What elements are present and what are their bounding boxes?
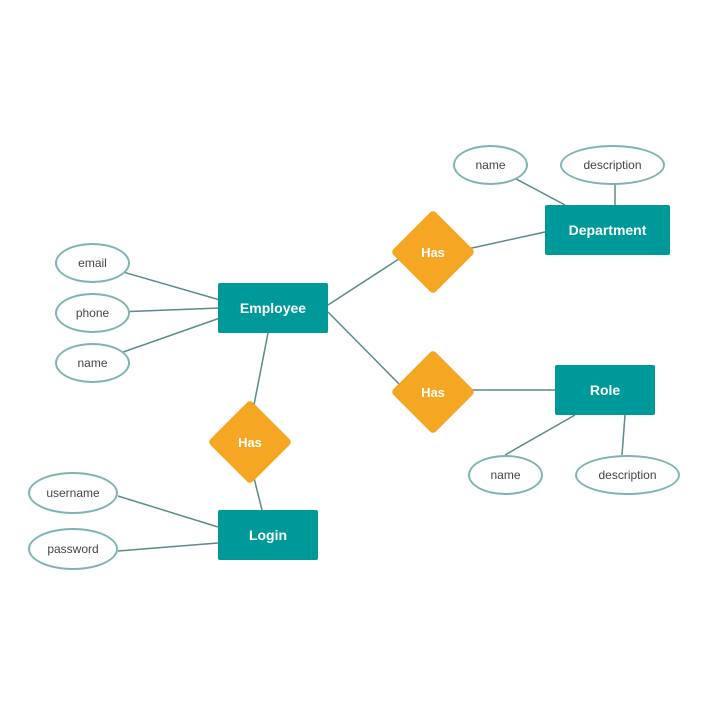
diamond-has-department: Has bbox=[398, 222, 468, 282]
entity-employee: Employee bbox=[218, 283, 328, 333]
entity-department: Department bbox=[545, 205, 670, 255]
diamond-has-role: Has bbox=[398, 362, 468, 422]
ellipse-email: email bbox=[55, 243, 130, 283]
ellipse-phone: phone bbox=[55, 293, 130, 333]
ellipse-dept-name: name bbox=[453, 145, 528, 185]
ellipse-username: username bbox=[28, 472, 118, 514]
ellipse-dept-desc: description bbox=[560, 145, 665, 185]
ellipse-role-name: name bbox=[468, 455, 543, 495]
ellipse-emp-name: name bbox=[55, 343, 130, 383]
er-diagram: email phone name name description name d… bbox=[0, 0, 728, 728]
entity-role: Role bbox=[555, 365, 655, 415]
entity-login: Login bbox=[218, 510, 318, 560]
diamond-has-login: Has bbox=[215, 412, 285, 472]
ellipse-password: password bbox=[28, 528, 118, 570]
ellipse-role-desc: description bbox=[575, 455, 680, 495]
